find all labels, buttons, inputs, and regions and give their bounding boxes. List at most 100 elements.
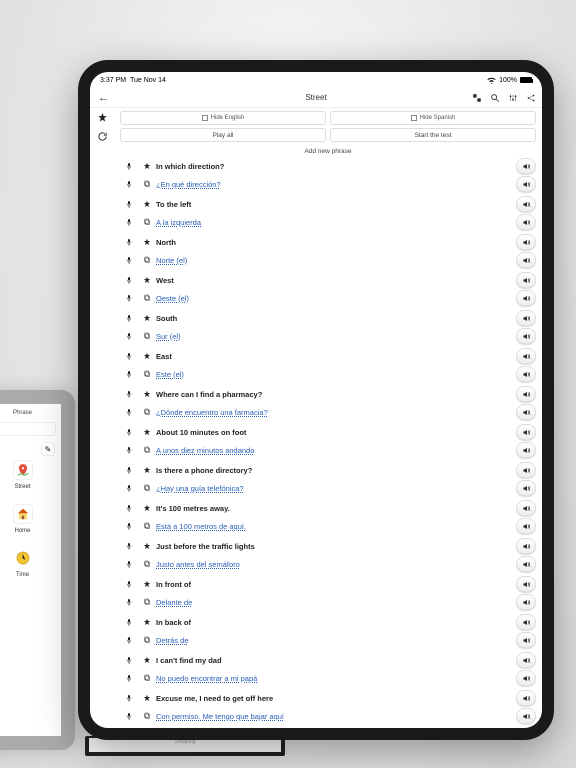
play-audio-button[interactable] bbox=[516, 690, 536, 706]
copy-icon[interactable] bbox=[138, 674, 156, 682]
play-audio-button[interactable] bbox=[516, 594, 536, 610]
star-icon[interactable] bbox=[138, 162, 156, 170]
mic-icon[interactable] bbox=[120, 504, 138, 512]
mic-icon[interactable] bbox=[120, 218, 138, 226]
play-audio-button[interactable] bbox=[516, 310, 536, 326]
mic-icon[interactable] bbox=[120, 408, 138, 416]
play-audio-button[interactable] bbox=[516, 328, 536, 344]
play-audio-button[interactable] bbox=[516, 290, 536, 306]
phrase-translation[interactable]: Detrás de bbox=[156, 636, 512, 645]
mic-icon[interactable] bbox=[120, 522, 138, 530]
phrase-translation[interactable]: Norte (el) bbox=[156, 256, 512, 265]
play-audio-button[interactable] bbox=[516, 348, 536, 364]
mic-icon[interactable] bbox=[120, 712, 138, 720]
mic-icon[interactable] bbox=[120, 598, 138, 606]
star-icon[interactable] bbox=[138, 200, 156, 208]
star-icon[interactable] bbox=[138, 390, 156, 398]
mic-icon[interactable] bbox=[120, 294, 138, 302]
play-audio-button[interactable] bbox=[516, 480, 536, 496]
play-audio-button[interactable] bbox=[516, 386, 536, 402]
play-audio-button[interactable] bbox=[516, 176, 536, 192]
star-filled-icon[interactable] bbox=[97, 112, 108, 123]
copy-icon[interactable] bbox=[138, 522, 156, 530]
sidebar-search[interactable] bbox=[0, 422, 56, 436]
play-audio-button[interactable] bbox=[516, 442, 536, 458]
phrase-translation[interactable]: No puedo encontrar a mi papá bbox=[156, 674, 512, 683]
play-audio-button[interactable] bbox=[516, 708, 536, 724]
copy-icon[interactable] bbox=[138, 256, 156, 264]
search-icon[interactable] bbox=[490, 93, 500, 103]
refresh-icon[interactable] bbox=[97, 131, 108, 142]
copy-icon[interactable] bbox=[138, 180, 156, 188]
play-audio-button[interactable] bbox=[516, 576, 536, 592]
mic-icon[interactable] bbox=[120, 428, 138, 436]
hide-spanish-toggle[interactable]: Hide Spanish bbox=[330, 111, 536, 125]
phrase-translation[interactable]: Oeste (el) bbox=[156, 294, 512, 303]
play-audio-button[interactable] bbox=[516, 366, 536, 382]
mic-icon[interactable] bbox=[120, 238, 138, 246]
sidebar-item-home[interactable]: Home bbox=[0, 504, 59, 534]
star-icon[interactable] bbox=[138, 466, 156, 474]
star-icon[interactable] bbox=[138, 694, 156, 702]
mic-icon[interactable] bbox=[120, 276, 138, 284]
sidebar-item-street[interactable]: Street bbox=[0, 460, 59, 490]
copy-icon[interactable] bbox=[138, 484, 156, 492]
phrase-translation[interactable]: Justo antes del semáforo bbox=[156, 560, 512, 569]
star-icon[interactable] bbox=[138, 504, 156, 512]
mic-icon[interactable] bbox=[120, 446, 138, 454]
star-icon[interactable] bbox=[138, 352, 156, 360]
mic-icon[interactable] bbox=[120, 256, 138, 264]
mic-icon[interactable] bbox=[120, 162, 138, 170]
mic-icon[interactable] bbox=[120, 466, 138, 474]
play-audio-button[interactable] bbox=[516, 652, 536, 668]
play-audio-button[interactable] bbox=[516, 518, 536, 534]
play-audio-button[interactable] bbox=[516, 214, 536, 230]
mic-icon[interactable] bbox=[120, 694, 138, 702]
add-phrase-button[interactable]: Add new phrase bbox=[120, 142, 536, 157]
copy-icon[interactable] bbox=[138, 712, 156, 720]
copy-icon[interactable] bbox=[138, 598, 156, 606]
copy-icon[interactable] bbox=[138, 446, 156, 454]
star-icon[interactable] bbox=[138, 542, 156, 550]
phrase-translation[interactable]: ¿En qué dirección? bbox=[156, 180, 512, 189]
play-audio-button[interactable] bbox=[516, 252, 536, 268]
play-audio-button[interactable] bbox=[516, 234, 536, 250]
back-button[interactable]: ← bbox=[98, 92, 109, 104]
mic-icon[interactable] bbox=[120, 542, 138, 550]
phrase-translation[interactable]: Sur (el) bbox=[156, 332, 512, 341]
phrase-translation[interactable]: Este (el) bbox=[156, 370, 512, 379]
play-all-button[interactable]: Play all bbox=[120, 128, 326, 142]
copy-icon[interactable] bbox=[138, 636, 156, 644]
play-audio-button[interactable] bbox=[516, 196, 536, 212]
star-icon[interactable] bbox=[138, 314, 156, 322]
star-icon[interactable] bbox=[138, 276, 156, 284]
mic-icon[interactable] bbox=[120, 560, 138, 568]
play-audio-button[interactable] bbox=[516, 538, 536, 554]
star-icon[interactable] bbox=[138, 580, 156, 588]
copy-icon[interactable] bbox=[138, 332, 156, 340]
mic-icon[interactable] bbox=[120, 580, 138, 588]
play-audio-button[interactable] bbox=[516, 462, 536, 478]
copy-icon[interactable] bbox=[138, 294, 156, 302]
settings-icon[interactable] bbox=[508, 93, 518, 103]
phrase-translation[interactable]: ¿Hay una guía telefónica? bbox=[156, 484, 512, 493]
share-icon[interactable] bbox=[526, 93, 536, 103]
play-audio-button[interactable] bbox=[516, 614, 536, 630]
mic-icon[interactable] bbox=[120, 636, 138, 644]
play-audio-button[interactable] bbox=[516, 272, 536, 288]
mic-icon[interactable] bbox=[120, 370, 138, 378]
star-icon[interactable] bbox=[138, 238, 156, 246]
star-icon[interactable] bbox=[138, 428, 156, 436]
mic-icon[interactable] bbox=[120, 484, 138, 492]
copy-icon[interactable] bbox=[138, 408, 156, 416]
translate-icon[interactable] bbox=[472, 93, 482, 103]
play-audio-button[interactable] bbox=[516, 424, 536, 440]
play-audio-button[interactable] bbox=[516, 404, 536, 420]
mic-icon[interactable] bbox=[120, 200, 138, 208]
star-icon[interactable] bbox=[138, 656, 156, 664]
phrase-translation[interactable]: Está a 100 metros de aquí. bbox=[156, 522, 512, 531]
mic-icon[interactable] bbox=[120, 674, 138, 682]
mic-icon[interactable] bbox=[120, 618, 138, 626]
copy-icon[interactable] bbox=[138, 560, 156, 568]
play-audio-button[interactable] bbox=[516, 632, 536, 648]
